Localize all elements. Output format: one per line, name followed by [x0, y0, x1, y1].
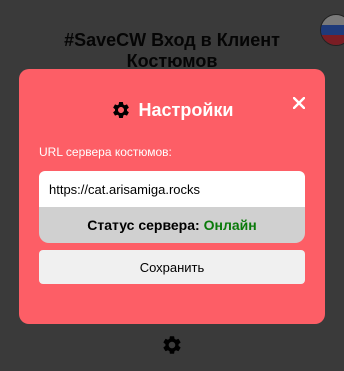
page-title: #SaveCW Вход в Клиент Костюмов: [64, 30, 280, 71]
save-button[interactable]: Сохранить: [39, 250, 305, 284]
close-button[interactable]: [287, 91, 311, 115]
gear-icon: [112, 102, 129, 118]
modal-title: Настройки: [138, 100, 234, 120]
modal-header: Настройки: [19, 99, 325, 121]
settings-modal: Настройки URL сервера костюмов: Статус с…: [19, 69, 325, 324]
server-status: Статус сервера: Онлайн: [39, 207, 305, 243]
status-label: Статус сервера:: [87, 217, 200, 233]
gear-icon[interactable]: [161, 334, 183, 356]
server-url-label: URL сервера костюмов:: [39, 145, 172, 159]
russian-flag-icon[interactable]: [320, 14, 344, 46]
server-url-input[interactable]: [39, 171, 305, 207]
status-badge: Онлайн: [203, 217, 257, 233]
page: #SaveCW Вход в Клиент Костюмов Настройки…: [0, 0, 344, 371]
close-icon: [293, 97, 305, 109]
